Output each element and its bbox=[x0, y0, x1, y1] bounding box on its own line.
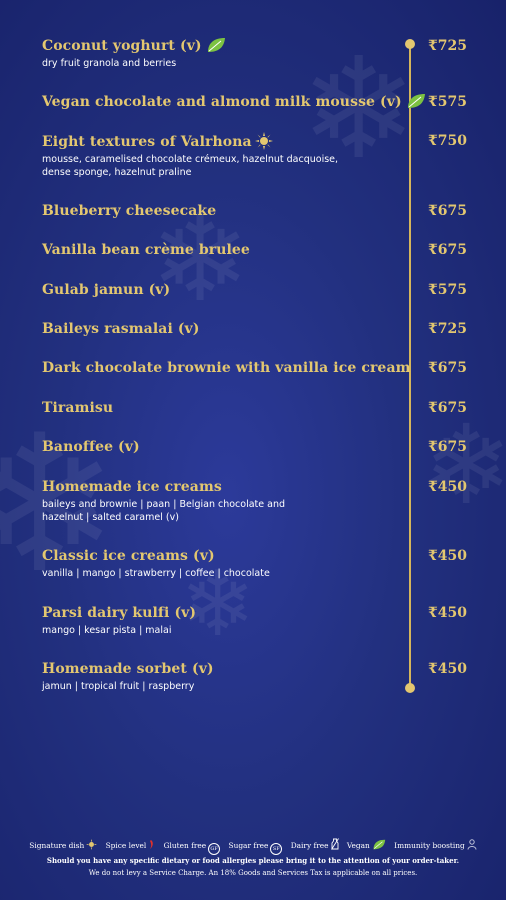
menu-item: Gulab jamun (v) bbox=[42, 281, 402, 299]
item-price: ₹450 bbox=[428, 548, 467, 564]
item-description-line2: hazelnut | salted caramel (v) bbox=[42, 512, 179, 523]
legend-dairy-free: Dairy free bbox=[291, 838, 339, 850]
allergy-note: Should you have any specific dietary or … bbox=[46, 856, 460, 865]
menu-item: Banoffee (v) bbox=[42, 438, 402, 456]
item-name: Banoffee (v) bbox=[42, 439, 140, 455]
menu-item: Blueberry cheesecake bbox=[42, 202, 402, 220]
signature-icon bbox=[254, 132, 273, 150]
item-name: Homemade ice creams bbox=[42, 479, 222, 495]
item-description: baileys and brownie | paan | Belgian cho… bbox=[42, 499, 285, 510]
chilli-icon bbox=[150, 840, 154, 849]
item-price: ₹675 bbox=[428, 400, 467, 416]
item-name: Blueberry cheesecake bbox=[42, 203, 217, 219]
menu-item: Vegan chocolate and almond milk mousse (… bbox=[42, 93, 425, 111]
legend-spice: Spice level bbox=[106, 839, 156, 850]
item-description: mango | kesar pista | malai bbox=[42, 625, 172, 636]
item-price: ₹450 bbox=[428, 479, 467, 495]
tax-note: We do not levy a Service Charge. An 18% … bbox=[88, 869, 418, 877]
item-name-row: Vegan chocolate and almond milk mousse (… bbox=[42, 93, 425, 111]
item-name-row: Eight textures of Valrhona bbox=[42, 132, 402, 151]
item-price: ₹450 bbox=[428, 605, 467, 621]
divider-top-dot bbox=[405, 39, 415, 49]
item-name: Classic ice creams (v) bbox=[42, 548, 215, 564]
item-price: ₹675 bbox=[428, 203, 467, 219]
item-price: ₹725 bbox=[428, 321, 467, 337]
item-name: Tiramisu bbox=[42, 400, 114, 416]
leaf-icon bbox=[207, 38, 225, 52]
legend-gluten-free: Gluten free GF bbox=[164, 841, 221, 855]
item-name: Homemade sorbet (v) bbox=[42, 661, 214, 677]
item-name-row: Coconut yoghurt (v) bbox=[42, 37, 402, 55]
legend-sugar-free: Sugar free SF bbox=[229, 841, 283, 855]
menu-item: Baileys rasmalai (v) bbox=[42, 320, 402, 338]
menu-item: Tiramisu bbox=[42, 399, 402, 417]
item-name: Parsi dairy kulfi (v) bbox=[42, 605, 197, 621]
item-name: Eight textures of Valrhona bbox=[42, 134, 252, 150]
menu-item: Homemade ice creams baileys and brownie … bbox=[42, 478, 402, 524]
leaf-icon bbox=[373, 839, 385, 850]
dessert-menu: Coconut yoghurt (v) dry fruit granola an… bbox=[0, 0, 506, 900]
divider-bottom-dot bbox=[405, 683, 415, 693]
sugar-free-badge: SF bbox=[270, 843, 283, 855]
menu-item: Coconut yoghurt (v) dry fruit granola an… bbox=[42, 37, 402, 70]
item-name: Gulab jamun (v) bbox=[42, 282, 171, 298]
item-description: dry fruit granola and berries bbox=[42, 58, 177, 69]
item-price: ₹725 bbox=[428, 38, 467, 54]
item-price: ₹675 bbox=[428, 439, 467, 455]
milk-bottle-icon bbox=[330, 838, 339, 850]
item-price: ₹450 bbox=[428, 661, 467, 677]
signature-icon bbox=[86, 839, 98, 850]
item-description-line2: dense sponge, hazelnut praline bbox=[42, 167, 192, 178]
item-name: Coconut yoghurt (v) bbox=[42, 38, 202, 54]
item-price: ₹750 bbox=[428, 133, 467, 149]
gluten-free-badge: GF bbox=[208, 843, 221, 855]
item-price: ₹675 bbox=[428, 360, 467, 376]
legend-immunity: Immunity boosting bbox=[394, 839, 477, 850]
menu-item: Homemade sorbet (v) jamun | tropical fru… bbox=[42, 660, 402, 693]
menu-item: Vanilla bean crème brulee bbox=[42, 241, 402, 259]
item-name: Vegan chocolate and almond milk mousse (… bbox=[42, 94, 402, 110]
item-name: Baileys rasmalai (v) bbox=[42, 321, 200, 337]
legend-vegan: Vegan bbox=[347, 839, 386, 850]
dietary-legend: Signature dish Spice level Gluten free GF… bbox=[0, 838, 506, 855]
item-description: mousse, caramelised chocolate crémeux, h… bbox=[42, 154, 339, 165]
menu-item: Classic ice creams (v) vanilla | mango |… bbox=[42, 547, 402, 580]
menu-item: Eight textures of Valrhona mousse, caram… bbox=[42, 132, 402, 179]
item-price: ₹675 bbox=[428, 242, 467, 258]
menu-item: Dark chocolate brownie with vanilla ice … bbox=[42, 359, 411, 377]
item-name: Dark chocolate brownie with vanilla ice … bbox=[42, 360, 411, 376]
leaf-icon bbox=[407, 94, 425, 108]
item-price: ₹575 bbox=[428, 94, 467, 110]
item-name: Vanilla bean crème brulee bbox=[42, 242, 250, 258]
item-description: vanilla | mango | strawberry | coffee | … bbox=[42, 568, 270, 579]
menu-item: Parsi dairy kulfi (v) mango | kesar pist… bbox=[42, 604, 402, 637]
legend-signature: Signature dish bbox=[29, 839, 98, 850]
item-description: jamun | tropical fruit | raspberry bbox=[42, 681, 195, 692]
person-icon bbox=[467, 839, 477, 850]
item-price: ₹575 bbox=[428, 282, 467, 298]
